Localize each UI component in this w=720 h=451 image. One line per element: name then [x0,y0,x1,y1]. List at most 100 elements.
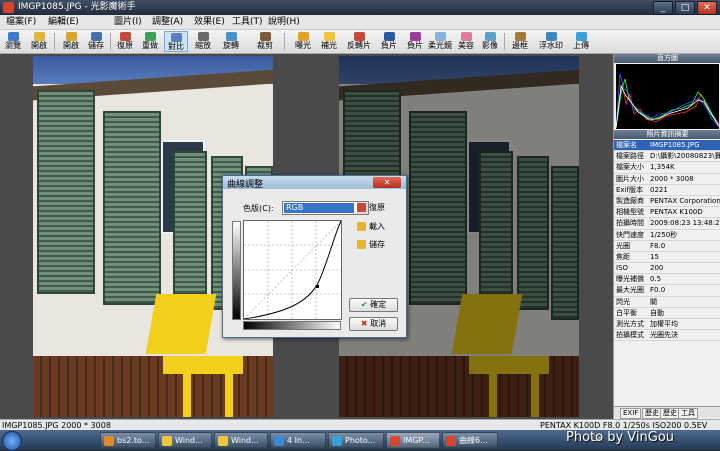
beauty-icon [460,32,472,41]
toolbar-separator [110,33,111,50]
output-gradient-bar [243,321,341,330]
cancel-button[interactable]: ✖ 取消 [349,317,398,331]
info-row[interactable]: 閃光關 [614,297,720,308]
exposure-button[interactable]: 曝光 [292,31,314,52]
redo-button[interactable]: 重做 [139,31,161,52]
tab-history[interactable]: 歷史 [642,408,662,419]
fill-light-icon [323,32,335,41]
dialog-close-button[interactable]: ✕ [373,177,401,188]
tab-history-2[interactable]: 歷史 [660,408,680,419]
minimize-button[interactable]: _ [653,1,673,15]
info-row[interactable]: 最大光圈 F0.0 [614,285,720,297]
info-header: 照片資訊摘要 [614,130,720,139]
explorer-icon [218,436,228,446]
rotate-button[interactable]: 旋轉 [218,31,244,52]
ie-icon [274,436,284,446]
beauty-button[interactable]: 美容 [455,31,477,52]
panel-tabs: EXIF 歷史 歷史 工具 [614,406,720,419]
info-row[interactable]: 檔案名 IMGP1085.JPG [614,140,720,152]
save-button[interactable]: 儲存 [85,31,107,52]
tab-tools[interactable]: 工具 [678,408,698,419]
exposure-icon [297,32,309,41]
check-icon: ✔ [360,300,368,309]
info-row[interactable]: 快門速度 1/250秒 [614,230,720,241]
negative-film-button[interactable]: 負片 [404,31,426,52]
undo-icon [119,32,131,41]
negative-button[interactable]: 負片 [378,31,400,52]
info-row[interactable]: 圖片大小 2000 * 3008 [614,174,720,185]
open-file-button[interactable]: 開啟 [60,31,82,52]
fill-light-button[interactable]: 補光 [318,31,340,52]
undo-button[interactable]: 復原 [114,31,136,52]
upload-icon [575,32,587,41]
menu-file[interactable]: 檔案(F) [2,15,40,29]
taskbar-item[interactable]: Wind... [214,432,268,448]
menu-adjust[interactable]: 調整(A) [148,15,187,29]
info-row[interactable]: 拍攝模式 光圈先決 [614,330,720,342]
dialog-title: 曲線調整 [227,180,264,190]
negative-icon [383,32,395,41]
taskbar-item[interactable]: Wind... [158,432,212,448]
info-row[interactable]: 焦距 15 [614,252,720,264]
toolbar-separator [54,33,55,50]
taskbar-item[interactable]: IMGP... [386,432,440,448]
menu-effects[interactable]: 效果(E) [190,15,229,29]
tab-exif[interactable]: EXIF [620,408,642,419]
x-icon: ✖ [360,319,368,328]
info-row[interactable]: 曝光補償 0.5 [614,274,720,286]
taskbar-item[interactable]: 4 In... [270,432,326,448]
zoom-button[interactable]: 縮放 [192,31,214,52]
load-button[interactable]: 載入 [357,221,385,233]
curve-graph[interactable] [243,220,342,320]
info-row[interactable]: 白平衡 自動 [614,308,720,319]
info-row[interactable]: 檔案路徑D:\攝影\20080823\賽安港 [614,151,720,163]
app-icon [3,2,14,13]
menu-edit[interactable]: 編輯(E) [44,15,83,29]
open-button[interactable]: 開啟 [28,31,50,52]
info-row[interactable]: 檔案大小 1,354K [614,162,720,174]
toolbar-separator [284,33,285,50]
compare-icon [170,33,182,42]
curve-graph-svg [243,220,342,320]
frame-button[interactable]: 邊框 [508,31,532,52]
reversal-film-button[interactable]: 反轉片 [344,31,374,52]
channel-select[interactable]: RGB ▼ [282,201,369,215]
taskbar-item[interactable]: 曲線6... [442,432,498,448]
reset-icon [357,203,366,212]
maximize-button[interactable]: □ [675,1,695,15]
save-curve-button[interactable]: 儲存 [357,239,385,251]
start-button[interactable] [2,431,22,451]
close-button[interactable]: ✕ [697,1,717,15]
menu-tools[interactable]: 工具(T) [228,15,267,29]
taskbar-item[interactable]: bs2.to... [100,432,156,448]
histogram-header: 直方圖 [614,54,720,63]
watermark-button[interactable]: 浮水印 [537,31,565,52]
info-row[interactable]: Exif版本 0221 [614,185,720,196]
menu-image[interactable]: 圖片(I) [110,15,146,29]
info-row[interactable]: 拍攝時間 2009:08:23 13:48:28 [614,218,720,230]
zoom-icon [197,32,209,41]
channel-label: 色版(C): [243,204,274,213]
soft-filter-button[interactable]: 柔光鏡 [428,31,452,52]
title-bar: IMGP1085.JPG - 光影魔術手 _ □ ✕ [0,0,720,15]
reset-button[interactable]: 復原 [357,202,385,214]
menu-help[interactable]: 說明(H) [264,15,304,29]
histogram-svg [615,73,720,129]
curve-control-point[interactable] [316,285,319,288]
taskbar-item[interactable]: Photo... [328,432,384,448]
upload-button[interactable]: 上傳 [570,31,592,52]
browse-button[interactable]: 瀏覽 [2,31,24,52]
folder-icon [357,222,366,231]
window-title: IMGP1085.JPG - 光影魔術手 [18,2,136,12]
info-row[interactable]: ISO 200 [614,263,720,275]
info-row[interactable]: 相機型號 PENTAX K100D [614,207,720,219]
compare-button[interactable]: 對比 [164,31,188,52]
ok-button[interactable]: ✔ 確定 [349,298,398,312]
neoimaging-icon [390,436,400,446]
info-row[interactable]: 製造廠商 PENTAX Corporation [614,196,720,208]
browse-icon [7,32,19,41]
crop-button[interactable]: 裁剪 [252,31,278,52]
info-row[interactable]: 光圈 F8.0 [614,241,720,252]
image-button[interactable]: 影像 [479,31,501,52]
info-row[interactable]: 測光方式 加權平均 [614,319,720,331]
